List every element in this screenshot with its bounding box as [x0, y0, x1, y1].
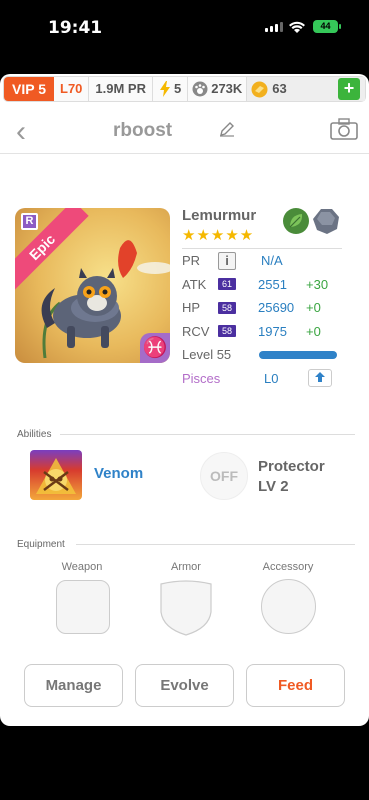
zodiac-badge: ♓: [140, 333, 170, 363]
level-progress-bar: [259, 350, 338, 359]
armor-slot[interactable]: [159, 580, 213, 636]
level-row: Level 55: [182, 343, 342, 367]
weapon-label: Weapon: [61, 561, 103, 573]
protector-ability-name: Protector: [258, 458, 325, 475]
paw-icon: [192, 81, 208, 97]
rcv-level-badge: 58: [218, 325, 236, 338]
hp-value: 25690: [258, 300, 295, 316]
energy-counter[interactable]: 5: [153, 77, 189, 101]
edit-pencil-icon[interactable]: [219, 121, 235, 137]
equipment-section-label: Equipment: [17, 539, 65, 550]
accessory-label: Accessory: [262, 561, 314, 573]
hp-label: HP: [182, 300, 201, 316]
element-icons: [282, 207, 340, 235]
pr-info-button[interactable]: i: [218, 251, 236, 270]
add-currency-button[interactable]: +: [338, 78, 360, 100]
hp-bonus: +0: [306, 300, 321, 316]
zodiac-label: Pisces: [182, 370, 221, 386]
coin-value: 63: [272, 81, 287, 96]
camera-icon[interactable]: [330, 118, 358, 140]
stone-element-icon: [313, 209, 339, 234]
abilities-divider: [60, 434, 355, 435]
feed-button[interactable]: Feed: [246, 664, 345, 707]
weapon-slot[interactable]: [56, 580, 110, 634]
cellular-signal-icon: [265, 22, 283, 32]
creature-stats: Lemurmur ★★★★★ PR i N/A ATK 61 2551 +30 …: [182, 207, 342, 390]
pr-row: PR i N/A: [182, 249, 342, 273]
hp-level-badge: 58: [218, 301, 236, 314]
status-bar: 19:41 44: [0, 0, 369, 60]
creature-portrait[interactable]: Epic R ♓: [15, 208, 170, 363]
protector-ability-toggle[interactable]: OFF: [200, 452, 248, 500]
accessory-slot[interactable]: [261, 579, 316, 634]
venom-ability-icon[interactable]: [30, 450, 82, 500]
zodiac-level: L0: [264, 370, 279, 386]
vip-badge[interactable]: VIP 5: [4, 77, 54, 101]
abilities-section-label: Abilities: [17, 429, 52, 440]
rcv-label: RCV: [182, 323, 210, 339]
rcv-row: RCV 58 1975 +0: [182, 320, 342, 344]
atk-value: 2551: [258, 276, 287, 292]
coin-counter[interactable]: 63 +: [247, 77, 365, 101]
back-button[interactable]: ‹: [16, 117, 26, 147]
hp-row: HP 58 25690 +0: [182, 296, 342, 320]
clock: 19:41: [48, 18, 103, 38]
lightning-icon: [159, 81, 170, 97]
rcv-bonus: +0: [306, 323, 321, 339]
manage-button[interactable]: Manage: [24, 664, 123, 707]
zodiac-upgrade-button[interactable]: [308, 369, 333, 388]
page-header: ‹ rboost: [0, 112, 369, 154]
atk-row: ATK 61 2551 +30: [182, 273, 342, 297]
venom-ability-name[interactable]: Venom: [94, 465, 143, 482]
page-title: rboost: [113, 120, 173, 141]
atk-bonus: +30: [306, 276, 329, 292]
rarity-badge: R: [21, 213, 38, 230]
armor-label: Armor: [171, 561, 201, 573]
pr-value: N/A: [261, 253, 283, 269]
resource-bar: VIP 5 L70 1.9M PR 5 273K 63 +: [3, 76, 366, 102]
arrow-up-icon: [315, 372, 326, 383]
battery-level: 44: [320, 21, 331, 31]
coin-icon: [251, 81, 268, 97]
skull-icon: [36, 458, 76, 494]
food-counter[interactable]: 273K: [188, 77, 248, 101]
equipment-divider: [76, 544, 355, 545]
pr-label: PR: [182, 253, 201, 269]
wifi-icon: [289, 21, 305, 33]
evolve-button[interactable]: Evolve: [135, 664, 234, 707]
app-screen: VIP 5 L70 1.9M PR 5 273K 63 + ‹ rboost E…: [0, 74, 369, 726]
zodiac-row: Pisces L0: [182, 367, 342, 391]
battery-icon: 44: [313, 20, 341, 33]
food-value: 273K: [211, 81, 243, 96]
player-level: L70: [54, 77, 90, 101]
energy-value: 5: [173, 81, 182, 96]
level-label: Level 55: [182, 347, 232, 363]
leaf-element-icon: [283, 208, 309, 234]
protector-ability-level: LV 2: [258, 478, 289, 495]
atk-label: ATK: [182, 276, 207, 292]
rcv-value: 1975: [258, 323, 287, 339]
power-rating: 1.9M PR: [89, 77, 153, 101]
atk-level-badge: 61: [218, 278, 236, 291]
